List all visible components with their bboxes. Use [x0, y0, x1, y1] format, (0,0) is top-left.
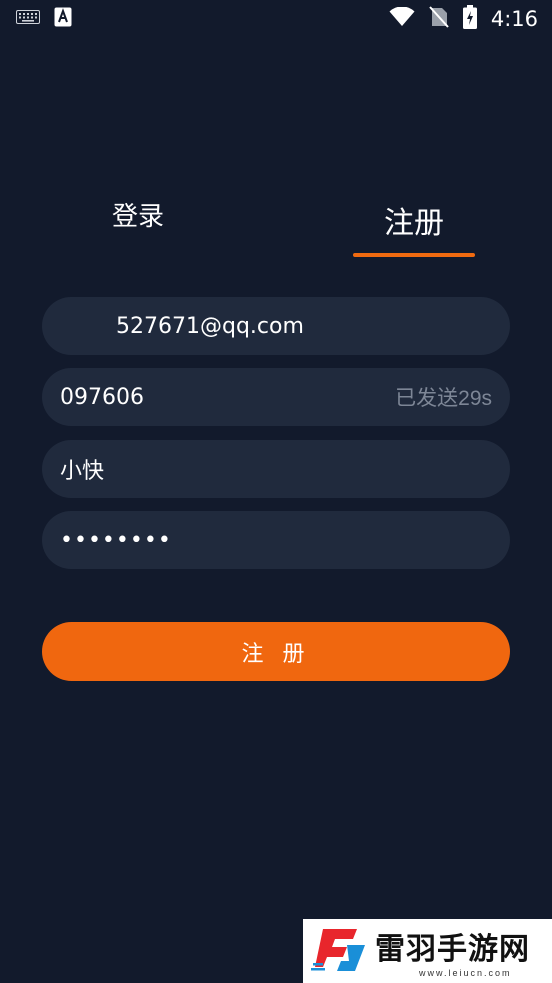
status-time: 4:16: [490, 7, 538, 31]
status-right: 4:16: [389, 4, 538, 34]
verification-code-field[interactable]: 已发送29s: [42, 368, 510, 426]
active-tab-indicator: [353, 253, 475, 257]
status-left: [16, 7, 72, 32]
watermark-url: www.leiucn.com: [419, 968, 512, 978]
keyboard-icon: [16, 9, 40, 29]
wifi-icon: [389, 5, 415, 32]
watermark-title: 雷羽手游网: [375, 932, 530, 967]
verification-code-input[interactable]: [60, 384, 320, 410]
email-input[interactable]: [60, 313, 492, 339]
battery-charging-icon: [462, 4, 477, 34]
password-input[interactable]: [60, 527, 492, 553]
watermark-logo-icon: [311, 923, 367, 980]
watermark-text: 雷羽手游网 www.leiucn.com: [375, 924, 530, 978]
site-watermark: 雷羽手游网 www.leiucn.com: [303, 919, 552, 983]
password-field[interactable]: [42, 511, 510, 569]
text-input-icon: [54, 7, 72, 32]
send-code-countdown[interactable]: 已发送29s: [395, 382, 492, 412]
email-field[interactable]: [42, 297, 510, 355]
nickname-field[interactable]: [42, 440, 510, 498]
tab-login[interactable]: 登录: [78, 196, 198, 244]
register-button[interactable]: 注 册: [42, 622, 510, 681]
status-bar: 4:16: [0, 0, 552, 38]
nickname-input[interactable]: [60, 456, 492, 482]
tab-register[interactable]: 注册: [353, 198, 475, 246]
no-sim-icon: [429, 5, 449, 33]
